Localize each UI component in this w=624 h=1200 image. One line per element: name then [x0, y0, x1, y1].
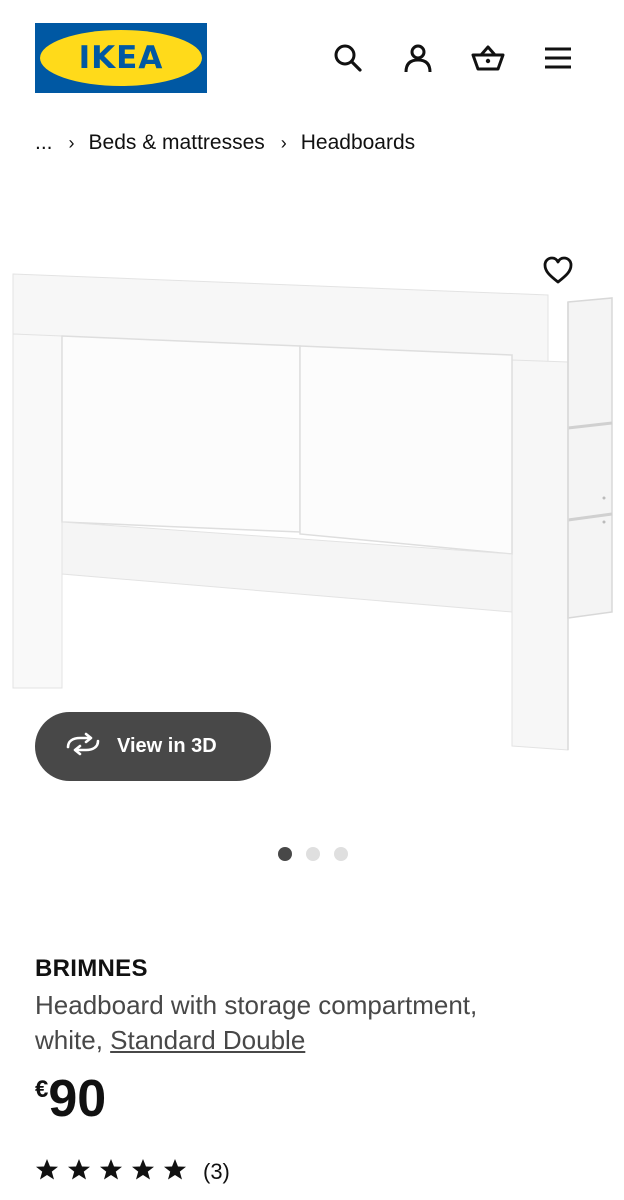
breadcrumb-headboards[interactable]: Headboards	[301, 131, 415, 155]
breadcrumb: ... › Beds & mattresses › Headboards	[35, 128, 415, 158]
product-type: Headboard with storage compartment,	[35, 990, 478, 1020]
search-icon[interactable]	[328, 38, 368, 78]
rating-stars	[35, 1158, 187, 1186]
star-icon	[35, 1158, 59, 1186]
logo-text: IKEA	[78, 40, 164, 76]
product-colour: white,	[35, 1025, 103, 1055]
chevron-right-icon: ›	[68, 132, 75, 153]
price-currency: €	[35, 1076, 49, 1103]
header: IKEA ®	[0, 0, 624, 110]
logo-registered-mark: ®	[191, 39, 198, 47]
product-name: BRIMNES	[35, 955, 148, 982]
view-in-3d-label: View in 3D	[117, 735, 217, 757]
menu-icon[interactable]	[538, 38, 578, 78]
price-amount: 90	[48, 1070, 107, 1128]
size-link[interactable]: Standard Double	[110, 1025, 305, 1055]
carousel-dot[interactable]	[278, 847, 292, 861]
star-icon	[163, 1158, 187, 1186]
rotate-icon	[65, 732, 101, 761]
breadcrumb-ellipsis[interactable]: ...	[35, 131, 53, 155]
carousel-dot[interactable]	[306, 847, 320, 861]
ikea-logo[interactable]: IKEA ®	[35, 23, 207, 93]
user-icon[interactable]	[398, 38, 438, 78]
heart-icon[interactable]	[536, 250, 580, 290]
rating-count: (3)	[203, 1159, 230, 1184]
product-image[interactable]	[0, 230, 624, 780]
star-icon	[67, 1158, 91, 1186]
product-price: € 90	[35, 1070, 106, 1128]
star-icon	[131, 1158, 155, 1186]
product-description: Headboard with storage compartment, whit…	[35, 988, 595, 1058]
carousel-indicator	[278, 847, 348, 861]
basket-icon[interactable]	[468, 38, 508, 78]
star-icon	[99, 1158, 123, 1186]
carousel-dot[interactable]	[334, 847, 348, 861]
chevron-right-icon: ›	[280, 132, 287, 153]
view-in-3d-button[interactable]: View in 3D	[35, 712, 271, 781]
breadcrumb-beds-mattresses[interactable]: Beds & mattresses	[89, 131, 265, 155]
product-rating[interactable]: (3)	[35, 1158, 230, 1186]
